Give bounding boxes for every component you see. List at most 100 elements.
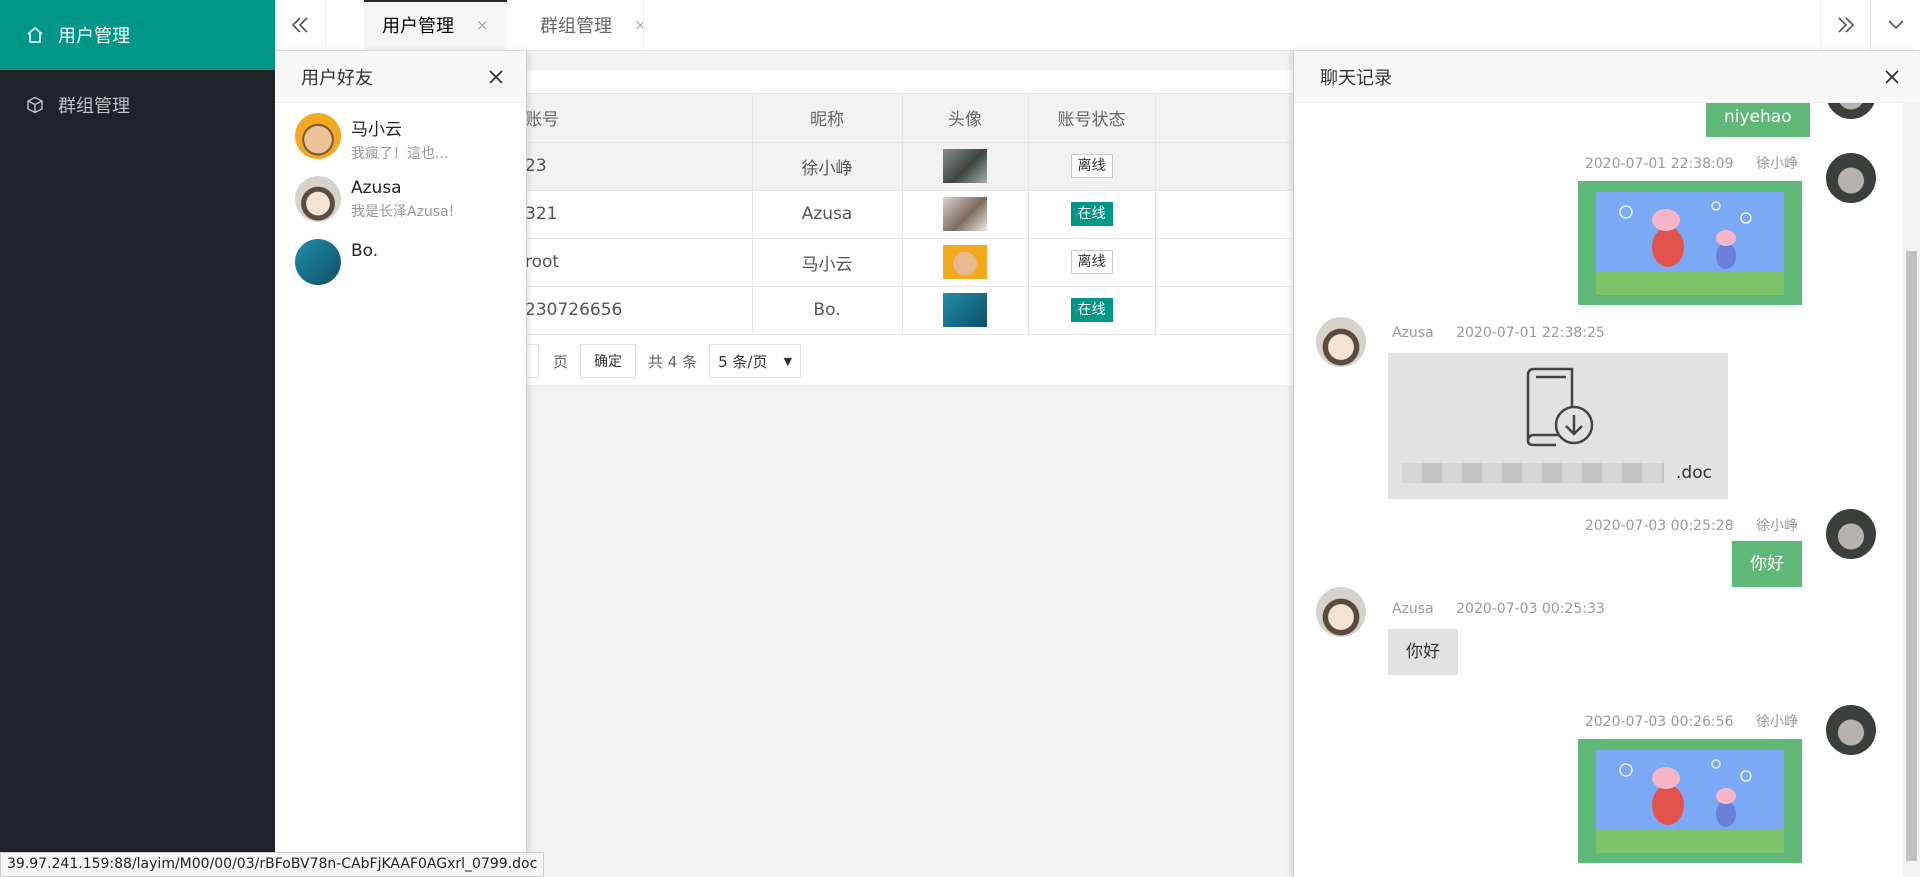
page-size-value: 5 条/页 [718, 352, 768, 371]
scroll-tabs-right-button[interactable] [1820, 0, 1870, 50]
friend-signature: 我是长泽Azusa! [351, 204, 455, 220]
chat-scrollbar[interactable] [1903, 103, 1920, 877]
peppa-pig-image [1596, 192, 1784, 295]
message-meta: Azusa 2020-07-01 22:38:25 [1392, 325, 1605, 341]
message-time: 2020-07-01 22:38:09 [1584, 156, 1734, 172]
column-header-status: 账号状态 [1028, 94, 1156, 143]
avatar [295, 113, 341, 159]
close-tab-icon[interactable]: × [634, 16, 647, 34]
cell-nickname: 徐小峥 [752, 142, 903, 191]
double-chevron-left-icon [291, 17, 308, 33]
status-bar-url: 39.97.241.159:88/layim/M00/00/03/rBFoBV7… [0, 852, 545, 877]
avatar [943, 149, 987, 183]
image-message[interactable] [1578, 181, 1802, 305]
status-badge: 离线 [1070, 154, 1113, 178]
message-meta: Azusa 2020-07-03 00:25:33 [1392, 601, 1605, 617]
message-user: 徐小峥 [1756, 714, 1798, 730]
table-row[interactable]: 23 徐小峥 离线 [525, 142, 1295, 191]
image-message[interactable] [1578, 739, 1802, 863]
dropdown-arrow-icon: ▼ [783, 354, 793, 368]
page-suffix-label: 页 [553, 352, 569, 371]
status-badge: 在线 [1070, 202, 1113, 226]
message-user: 徐小峥 [1756, 518, 1798, 534]
cell-id: 23 [525, 142, 753, 191]
column-header-id: 账号 [525, 94, 753, 143]
chat-messages: niyehao 2020-07-01 22:38:09 徐小峥 Azusa 20… [1294, 103, 1904, 877]
close-tab-icon[interactable]: × [476, 16, 489, 34]
avatar [1316, 317, 1366, 367]
status-badge: 离线 [1070, 250, 1113, 274]
table-row[interactable]: 321 Azusa 在线 [525, 190, 1295, 239]
blurred-filename [1402, 463, 1664, 483]
sidebar-item-group-management[interactable]: 群组管理 [0, 70, 275, 140]
avatar [1826, 509, 1876, 559]
friend-name: 马小云 [351, 120, 402, 140]
cube-icon [24, 94, 46, 116]
download-file-icon [1526, 367, 1594, 447]
page-size-select[interactable]: 5 条/页 ▼ [709, 344, 802, 378]
sidebar: 用户管理 群组管理 [0, 0, 275, 877]
table-row[interactable]: root 马小云 离线 [525, 238, 1295, 287]
chevron-down-icon [1887, 20, 1904, 30]
friend-signature: 我瘋了！這也... [351, 146, 449, 162]
cell-nickname: 马小云 [752, 238, 903, 287]
column-header-nickname: 昵称 [752, 94, 903, 143]
message-meta: 2020-07-03 00:26:56 徐小峥 [1585, 711, 1798, 731]
home-icon [24, 24, 46, 46]
double-chevron-right-icon [1837, 17, 1854, 33]
message-bubble: 你好 [1388, 629, 1458, 675]
sidebar-item-user-management[interactable]: 用户管理 [0, 0, 275, 70]
chat-log-panel: 聊天记录 niyehao 2020-07-01 22:38:09 徐小峥 Azu… [1293, 51, 1920, 877]
close-icon[interactable] [1884, 69, 1900, 85]
sidebar-item-label: 用户管理 [58, 26, 130, 47]
tab-label: 群组管理 [540, 16, 612, 37]
message-time: 2020-07-03 00:26:56 [1584, 714, 1734, 730]
friend-name: Azusa [351, 178, 402, 198]
scroll-tabs-left-button[interactable] [275, 0, 325, 50]
sidebar-item-label: 群组管理 [58, 96, 130, 117]
friend-item[interactable]: 马小云 我瘋了！這也... [275, 103, 526, 166]
table-header-row: 账号 昵称 头像 账号状态 [525, 94, 1295, 143]
message-meta: 2020-07-01 22:38:09 徐小峥 [1585, 153, 1798, 173]
cell-id: root [525, 238, 753, 287]
table-row[interactable]: 230726656 Bo. 在线 [525, 286, 1295, 335]
friend-item[interactable]: Azusa 我是长泽Azusa! [275, 166, 526, 229]
friends-panel: 用户好友 马小云 我瘋了！這也... Azusa 我是长泽Azusa! Bo. [275, 51, 527, 877]
chat-log-title: 聊天记录 [1320, 67, 1392, 89]
friend-item[interactable]: Bo. [275, 229, 526, 292]
message-time: 2020-07-03 00:25:28 [1584, 518, 1734, 534]
page-input[interactable] [525, 344, 539, 378]
confirm-page-button[interactable]: 确定 [580, 344, 637, 378]
avatar [1316, 587, 1366, 637]
column-header-avatar: 头像 [902, 94, 1029, 143]
message-meta: 2020-07-03 00:25:28 徐小峥 [1585, 515, 1798, 535]
message-time: 2020-07-01 22:38:25 [1456, 325, 1605, 341]
close-icon[interactable] [488, 69, 504, 85]
tab-label: 用户管理 [382, 16, 454, 37]
pagination: 页 确定 共 4 条 5 条/页 ▼ [525, 341, 802, 381]
scrollbar-thumb[interactable] [1906, 251, 1917, 861]
avatar [295, 239, 341, 285]
friend-name: Bo. [351, 241, 379, 261]
file-extension: .doc [1676, 463, 1712, 483]
message-user: Azusa [1392, 325, 1434, 341]
user-table: 账号 昵称 头像 账号状态 23 徐小峥 离线 321 Azusa 在线 roo… [525, 94, 1295, 335]
tab-bar: 用户管理 × 群组管理 × [275, 0, 1920, 51]
file-message[interactable]: .doc [1388, 353, 1728, 499]
avatar [943, 197, 987, 231]
cell-id: 321 [525, 190, 753, 239]
avatar [943, 245, 987, 279]
tab-user-management[interactable]: 用户管理 × [364, 0, 507, 50]
cell-id: 230726656 [525, 286, 753, 335]
peppa-pig-image [1596, 750, 1784, 853]
message-time: 2020-07-03 00:25:33 [1456, 601, 1605, 617]
tab-options-button[interactable] [1870, 0, 1920, 50]
message-bubble: 你好 [1732, 541, 1802, 587]
message-user: Azusa [1392, 601, 1434, 617]
avatar [295, 176, 341, 222]
cell-nickname: Azusa [752, 190, 903, 239]
cell-nickname: Bo. [752, 286, 903, 335]
avatar [1826, 705, 1876, 755]
avatar [943, 293, 987, 327]
avatar [1826, 153, 1876, 203]
